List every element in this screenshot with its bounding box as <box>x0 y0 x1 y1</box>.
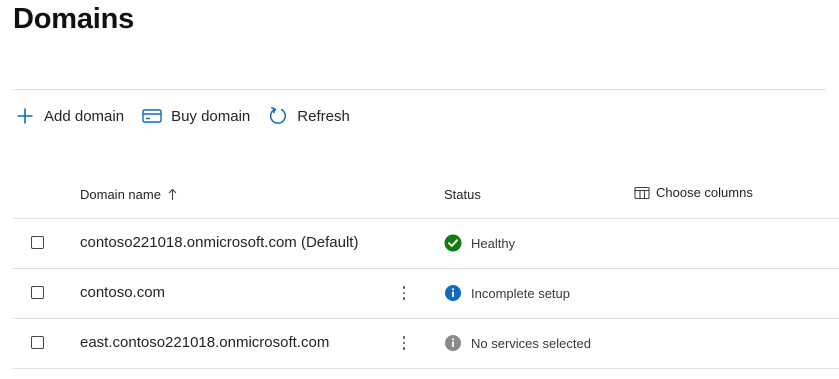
row-checkbox[interactable] <box>31 286 44 299</box>
info-circle-icon <box>444 334 462 352</box>
status-text: No services selected <box>471 335 591 351</box>
grid-header: Domain name Status Choose columns <box>13 172 839 219</box>
more-options-icon[interactable] <box>398 282 410 304</box>
domain-name-column-header[interactable]: Domain name <box>80 187 177 202</box>
table-row[interactable]: contoso.com Incomplete setup <box>13 269 839 319</box>
status-cell: No services selected <box>444 334 591 352</box>
page-title: Domains <box>13 3 135 35</box>
domain-name-cell[interactable]: east.contoso221018.onmicrosoft.com <box>80 334 329 351</box>
more-options-icon[interactable] <box>398 332 410 354</box>
row-checkbox[interactable] <box>31 336 44 349</box>
add-domain-label: Add domain <box>44 107 125 125</box>
buy-domain-button[interactable]: Buy domain <box>141 103 250 129</box>
domains-grid: Domain name Status Choose columns contos… <box>13 172 839 369</box>
card-icon <box>141 105 163 127</box>
refresh-button[interactable]: Refresh <box>267 103 350 129</box>
status-column-header[interactable]: Status <box>444 187 481 202</box>
table-row[interactable]: contoso221018.onmicrosoft.com (Default) … <box>13 219 839 269</box>
sort-ascending-icon <box>168 188 177 201</box>
domain-name-header-label: Domain name <box>80 187 161 202</box>
domain-name-cell[interactable]: contoso.com <box>80 284 165 301</box>
refresh-icon <box>267 105 289 127</box>
choose-columns-label: Choose columns <box>656 185 753 200</box>
row-checkbox[interactable] <box>31 236 44 249</box>
domains-page: Domains Add domain Buy domain Refresh Do… <box>0 0 839 379</box>
info-circle-icon <box>444 284 462 302</box>
status-text: Healthy <box>471 235 516 251</box>
domain-name-cell[interactable]: contoso221018.onmicrosoft.com (Default) <box>80 234 358 251</box>
title-divider <box>13 89 826 90</box>
add-domain-button[interactable]: Add domain <box>14 103 124 129</box>
plus-icon <box>14 105 36 127</box>
status-text: Incomplete setup <box>471 285 571 301</box>
status-cell: Incomplete setup <box>444 284 570 302</box>
refresh-label: Refresh <box>297 107 350 125</box>
status-cell: Healthy <box>444 234 515 252</box>
choose-columns-button[interactable]: Choose columns <box>634 185 753 200</box>
columns-icon <box>634 186 650 200</box>
table-row[interactable]: east.contoso221018.onmicrosoft.com No se… <box>13 319 839 369</box>
command-bar: Add domain Buy domain Refresh <box>14 103 367 129</box>
buy-domain-label: Buy domain <box>171 107 251 125</box>
check-circle-icon <box>444 234 462 252</box>
